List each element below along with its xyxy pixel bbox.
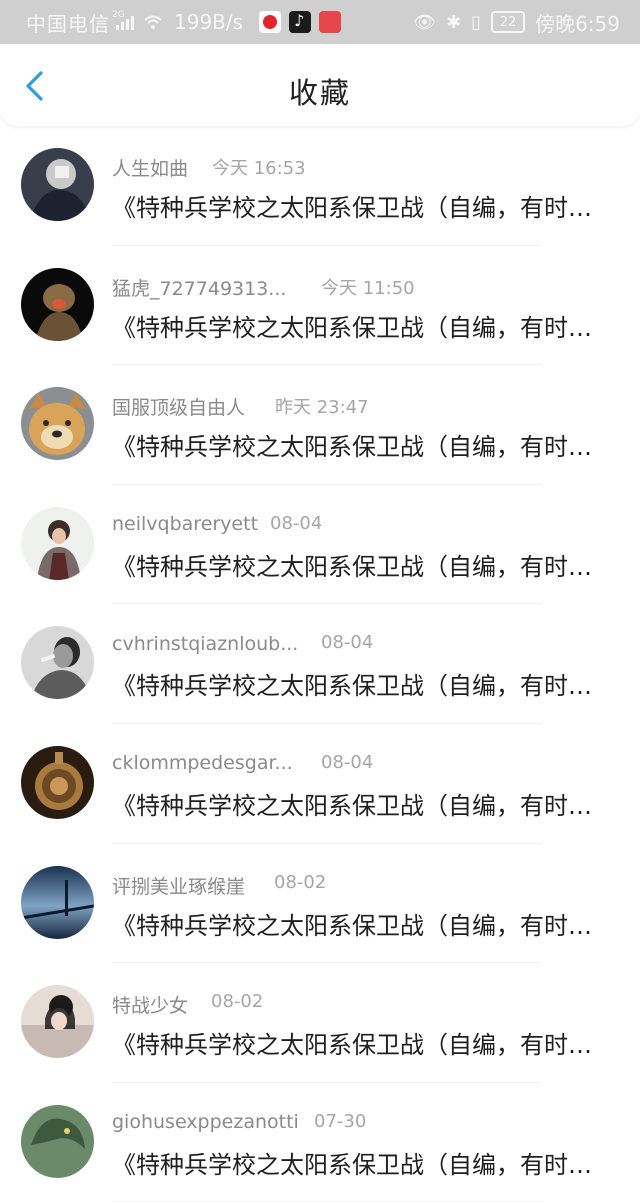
list-item[interactable]: 评捌美业琢缑崖 08-02 《特种兵学校之太阳系保卫战（自编，有时更新慢）》 xyxy=(0,844,640,964)
list-item[interactable]: 猛虎_727749313... 今天 11:50 《特种兵学校之太阳系保卫战（自… xyxy=(0,246,640,366)
timestamp: 昨天 23:47 xyxy=(275,397,369,419)
clock: 傍晚6:59 xyxy=(535,11,620,36)
item-meta: 评捌美业琢缑崖 08-02 xyxy=(112,872,622,900)
notification-app-icon xyxy=(259,11,282,33)
list-item[interactable]: cvhrinstqiaznloub... 08-04 《特种兵学校之太阳系保卫战… xyxy=(0,604,640,724)
list-item[interactable]: neilvqbareryett 08-04 《特种兵学校之太阳系保卫战（自编，有… xyxy=(0,485,640,605)
status-right: 👁 ✱ ▯ 22 傍晚6:59 xyxy=(403,0,620,44)
list-item[interactable]: giohusexppezanotti 07-30 《特种兵学校之太阳系保卫战（自… xyxy=(0,1083,640,1202)
user-name[interactable]: cvhrinstqiaznloub... xyxy=(112,633,298,655)
item-title[interactable]: 《特种兵学校之太阳系保卫战（自编，有时更新慢）》 xyxy=(112,188,602,223)
item-meta: 人生如曲 今天 16:53 xyxy=(112,154,622,182)
item-meta: cvhrinstqiaznloub... 08-04 xyxy=(112,632,622,660)
list-item[interactable]: 国服顶级自由人 昨天 23:47 《特种兵学校之太阳系保卫战（自编，有时更新慢）… xyxy=(0,365,640,485)
user-name[interactable]: 猛虎_727749313... xyxy=(112,274,286,301)
avatar[interactable] xyxy=(21,148,94,221)
vibrate-icon: ▯ xyxy=(471,11,482,33)
user-name[interactable]: cklommpedesgar... xyxy=(112,752,293,774)
timestamp: 08-04 xyxy=(321,632,374,654)
carrier-label: 中国电信 xyxy=(26,11,110,36)
network-speed: 199B/s xyxy=(174,10,244,34)
battery-icon: 22 xyxy=(491,11,526,33)
item-meta: cklommpedesgar... 08-04 xyxy=(112,752,622,780)
user-name[interactable]: neilvqbareryett xyxy=(112,513,258,535)
list-item[interactable]: 人生如曲 今天 16:53 《特种兵学校之太阳系保卫战（自编，有时更新慢）》 xyxy=(0,126,640,246)
timestamp: 07-30 xyxy=(314,1110,367,1132)
item-meta: neilvqbareryett 08-04 xyxy=(112,513,622,541)
timestamp: 今天 16:53 xyxy=(212,158,306,179)
item-title[interactable]: 《特种兵学校之太阳系保卫战（自编，有时更新慢）》 xyxy=(112,1025,602,1060)
list-item[interactable]: cklommpedesgar... 08-04 《特种兵学校之太阳系保卫战（自编… xyxy=(0,724,640,844)
page-title: 收藏 xyxy=(288,76,351,110)
huawei-app-icon xyxy=(319,11,342,33)
favorites-list: 人生如曲 今天 16:53 《特种兵学校之太阳系保卫战（自编，有时更新慢）》 猛… xyxy=(0,126,640,1202)
avatar[interactable] xyxy=(21,387,94,461)
item-title[interactable]: 《特种兵学校之太阳系保卫战（自编，有时更新慢）》 xyxy=(112,666,602,701)
nav-header: 收藏 xyxy=(0,44,640,126)
user-name[interactable]: 特战少女 xyxy=(112,991,188,1018)
timestamp: 今天 11:50 xyxy=(321,277,415,299)
status-left: 中国电信 2G 199B/s xyxy=(26,0,342,44)
timestamp: 08-02 xyxy=(274,871,327,893)
avatar[interactable] xyxy=(21,506,94,580)
avatar[interactable] xyxy=(21,745,94,819)
user-name[interactable]: 国服顶级自由人 xyxy=(112,393,245,420)
avatar[interactable] xyxy=(21,865,94,939)
timestamp: 08-02 xyxy=(211,991,264,1013)
item-meta: giohusexppezanotti 07-30 xyxy=(112,1111,622,1139)
item-title[interactable]: 《特种兵学校之太阳系保卫战（自编，有时更新慢）》 xyxy=(112,547,602,582)
item-title[interactable]: 《特种兵学校之太阳系保卫战（自编，有时更新慢）》 xyxy=(112,1145,602,1180)
item-meta: 猛虎_727749313... 今天 11:50 xyxy=(112,274,622,302)
timestamp: 08-04 xyxy=(321,751,374,773)
timestamp: 08-04 xyxy=(270,512,323,534)
user-name[interactable]: 人生如曲 xyxy=(112,154,188,181)
bluetooth-icon: ✱ xyxy=(446,11,462,33)
avatar[interactable] xyxy=(21,626,94,700)
item-meta: 特战少女 08-02 xyxy=(112,991,622,1019)
wifi-icon xyxy=(144,15,162,29)
item-title[interactable]: 《特种兵学校之太阳系保卫战（自编，有时更新慢）》 xyxy=(112,427,602,462)
eye-icon: 👁 xyxy=(413,11,437,33)
tiktok-icon xyxy=(289,11,312,33)
item-meta: 国服顶级自由人 昨天 23:47 xyxy=(112,393,622,421)
item-title[interactable]: 《特种兵学校之太阳系保卫战（自编，有时更新慢）》 xyxy=(112,786,602,821)
avatar[interactable] xyxy=(21,267,94,341)
user-name[interactable]: giohusexppezanotti xyxy=(112,1111,299,1133)
user-name[interactable]: 评捌美业琢缑崖 xyxy=(112,872,245,899)
list-item[interactable]: 特战少女 08-02 《特种兵学校之太阳系保卫战（自编，有时更新慢）》 xyxy=(0,963,640,1083)
item-title[interactable]: 《特种兵学校之太阳系保卫战（自编，有时更新慢）》 xyxy=(112,906,602,941)
network-type-label: 2G xyxy=(112,10,125,20)
item-title[interactable]: 《特种兵学校之太阳系保卫战（自编，有时更新慢）》 xyxy=(112,308,602,343)
avatar[interactable] xyxy=(21,985,94,1059)
avatar[interactable] xyxy=(21,1104,94,1178)
signal-icon: 2G xyxy=(112,10,134,30)
status-bar: 中国电信 2G 199B/s 👁 ✱ ▯ 22 傍晚6:59 xyxy=(0,0,640,44)
battery-level: 22 xyxy=(499,14,517,30)
